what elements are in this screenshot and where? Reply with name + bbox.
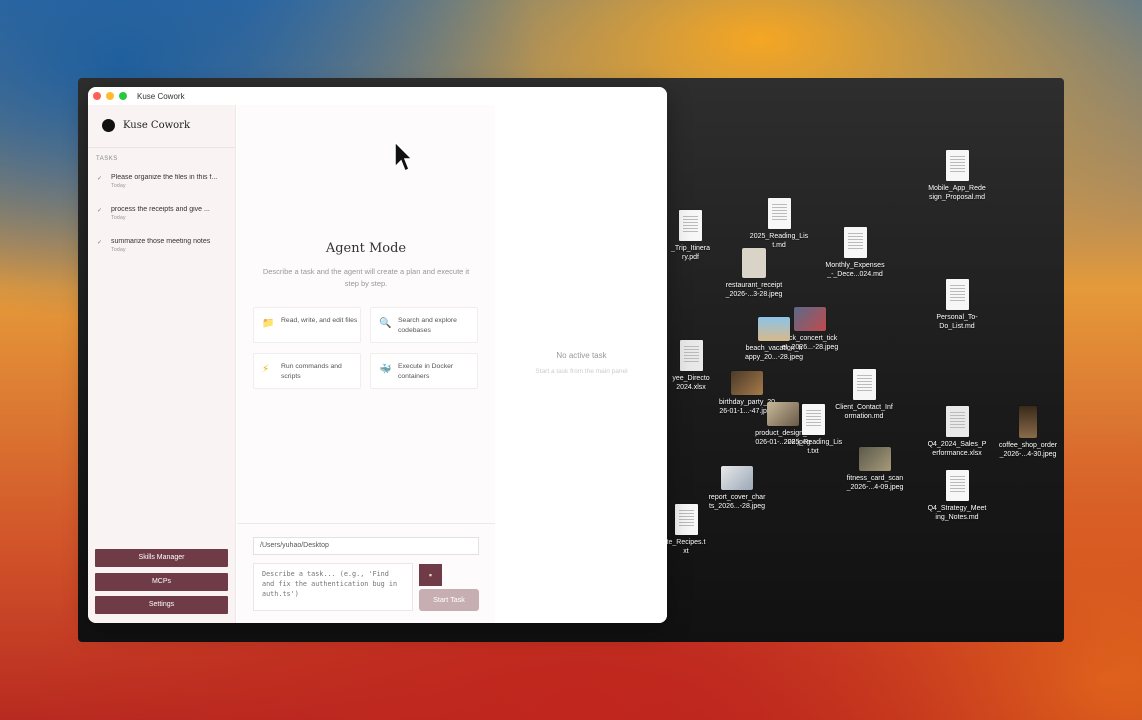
desktop-file[interactable]: Monthly_Expenses _-_Dece...024.md [820, 227, 890, 279]
document-icon [945, 470, 969, 501]
minimize-window-button[interactable] [106, 92, 114, 100]
task-detail-panel: No active task Start a task from the mai… [496, 105, 667, 623]
task-description-input[interactable] [253, 563, 413, 611]
feature-card-files: 📁 Read, write, and edit files [253, 307, 361, 343]
title-bar: Kuse Cowork [88, 87, 667, 105]
sidebar-actions: Skills Manager MCPs Settings [95, 549, 228, 620]
page-description: Describe a task and the agent will creat… [262, 267, 470, 288]
feature-label: Execute in Docker containers [398, 363, 454, 380]
feature-card-search: 🔍 Search and explore codebases [370, 307, 478, 343]
brand-name: Kuse Cowork [123, 119, 191, 131]
whale-icon: 🐳 [379, 364, 392, 375]
main-panel: Agent Mode Describe a task and the agent… [237, 105, 495, 623]
photo-thumbnail-icon [721, 466, 753, 490]
file-label: _Trip_Itinera ry.pdf [670, 245, 711, 261]
window-controls [93, 92, 127, 100]
feature-label: Search and explore codebases [398, 317, 457, 334]
file-label: Q4_2024_Sales_P erformance.xlsx [927, 441, 987, 457]
mcps-button[interactable]: MCPs [95, 572, 228, 591]
desktop-file[interactable]: Personal_To- Do_List.md [922, 279, 992, 331]
spreadsheet-icon [945, 406, 969, 437]
task-date: Today [111, 215, 126, 221]
checkmark-icon: ✓ [97, 176, 103, 182]
feature-label: Run commands and scripts [281, 363, 342, 380]
desktop-file[interactable]: restaurant_receipt _2026-...3-28.jpeg [718, 248, 790, 299]
file-label: te_Recipes.t xt [666, 539, 706, 555]
desktop-file[interactable]: coffee_shop_order _2026-...4-30.jpeg [994, 406, 1062, 459]
file-label: Monthly_Expenses _-_Dece...024.md [825, 262, 885, 278]
checkmark-icon: ✓ [97, 240, 103, 246]
desktop-file[interactable]: Mobile_App_Rede sign_Proposal.md [922, 150, 992, 202]
file-label: 2025_Reading_Lis t.txt [783, 439, 843, 455]
working-directory-field[interactable]: /Users/yuhao/Desktop [253, 537, 479, 555]
feature-card-commands: ⚡ Run commands and scripts [253, 353, 361, 389]
close-window-button[interactable] [93, 92, 101, 100]
file-label: Mobile_App_Rede sign_Proposal.md [928, 185, 986, 201]
task-title: summarize those meeting notes [111, 238, 211, 245]
desktop-file[interactable]: fitness_card_scan _2026-...4-09.jpeg [840, 447, 910, 492]
photo-thumbnail-icon [731, 371, 763, 395]
photo-thumbnail-icon [1019, 406, 1037, 438]
desktop-file[interactable]: Q4_Strategy_Meet ing_Notes.md [922, 470, 992, 522]
task-date: Today [111, 247, 126, 253]
folder-icon: ▪ [428, 570, 433, 580]
feature-label: Read, write, and edit files [281, 317, 358, 324]
checkmark-icon: ✓ [97, 208, 103, 214]
document-icon [767, 198, 791, 229]
window-title: Kuse Cowork [137, 91, 185, 101]
file-label: report_cover_char ts_2026...-28.jpeg [708, 494, 766, 510]
start-task-button[interactable]: Start Task [419, 589, 479, 611]
document-icon [945, 150, 969, 181]
spreadsheet-icon [679, 340, 703, 371]
task-list-item[interactable]: ✓ process the receipts and give ... Toda… [88, 198, 235, 230]
file-label: Q4_Strategy_Meet ing_Notes.md [927, 505, 987, 521]
desktop-file[interactable]: yee_Directo 2024.xlsx [668, 340, 714, 392]
feature-card-docker: 🐳 Execute in Docker containers [370, 353, 478, 389]
page-title: Agent Mode [325, 241, 407, 256]
file-label: Personal_To- Do_List.md [936, 314, 978, 330]
empty-state-title: No active task [556, 351, 607, 360]
task-date: Today [111, 183, 126, 189]
task-title: process the receipts and give ... [111, 206, 210, 213]
task-composer: /Users/yuhao/Desktop ▪ Start Task [237, 523, 495, 623]
document-icon [679, 210, 702, 241]
photo-thumbnail-icon [859, 447, 891, 471]
sidebar: Kuse Cowork TASKS ✓ Please organize the … [88, 105, 236, 623]
desktop-file[interactable]: 2025_Reading_Lis t.md [744, 198, 814, 250]
lightning-icon: ⚡ [262, 364, 270, 375]
task-list-item[interactable]: ✓ Please organize the files in this f...… [88, 166, 235, 198]
brand: Kuse Cowork [88, 105, 235, 145]
file-label: restaurant_receipt _2026-...3-28.jpeg [725, 282, 783, 298]
mouse-pointer-icon [394, 141, 412, 173]
file-label: beach_vacation_h appy_20...-28.jpeg [745, 345, 803, 361]
desktop-file[interactable]: te_Recipes.t xt [664, 504, 708, 556]
document-icon [945, 279, 969, 310]
document-icon [852, 369, 876, 400]
task-title: Please organize the files in this f... [111, 174, 218, 181]
file-label: coffee_shop_order _2026-...4-30.jpeg [998, 442, 1058, 458]
desktop-file[interactable]: beach_vacation_h appy_20...-28.jpeg [740, 317, 808, 362]
desktop-file[interactable]: 2025_Reading_Lis t.txt [780, 404, 846, 456]
magnifier-icon: 🔍 [379, 318, 392, 329]
file-label: yee_Directo 2024.xlsx [672, 375, 710, 391]
folder-icon: 📁 [262, 318, 275, 329]
maximize-window-button[interactable] [119, 92, 127, 100]
desktop-file[interactable]: report_cover_char ts_2026...-28.jpeg [702, 466, 772, 511]
desktop-file[interactable]: Q4_2024_Sales_P erformance.xlsx [922, 406, 992, 458]
document-icon [843, 227, 867, 258]
receipt-thumbnail-icon [742, 248, 766, 278]
photo-thumbnail-icon [758, 317, 790, 341]
empty-state-subtitle: Start a task from the main panel [535, 368, 628, 375]
logo-icon [102, 118, 115, 132]
skills-manager-button[interactable]: Skills Manager [95, 549, 228, 567]
app-window: Kuse Cowork Kuse Cowork TASKS ✓ Please o… [88, 87, 667, 623]
folder-picker-button[interactable]: ▪ [419, 564, 442, 586]
settings-button[interactable]: Settings [95, 596, 228, 614]
file-label: fitness_card_scan _2026-...4-09.jpeg [846, 475, 904, 491]
document-icon [674, 504, 698, 535]
desktop-file[interactable]: _Trip_Itinera ry.pdf [668, 210, 713, 262]
document-icon [801, 404, 825, 435]
task-list-item[interactable]: ✓ summarize those meeting notes Today [88, 230, 235, 262]
tasks-heading: TASKS [96, 156, 118, 162]
